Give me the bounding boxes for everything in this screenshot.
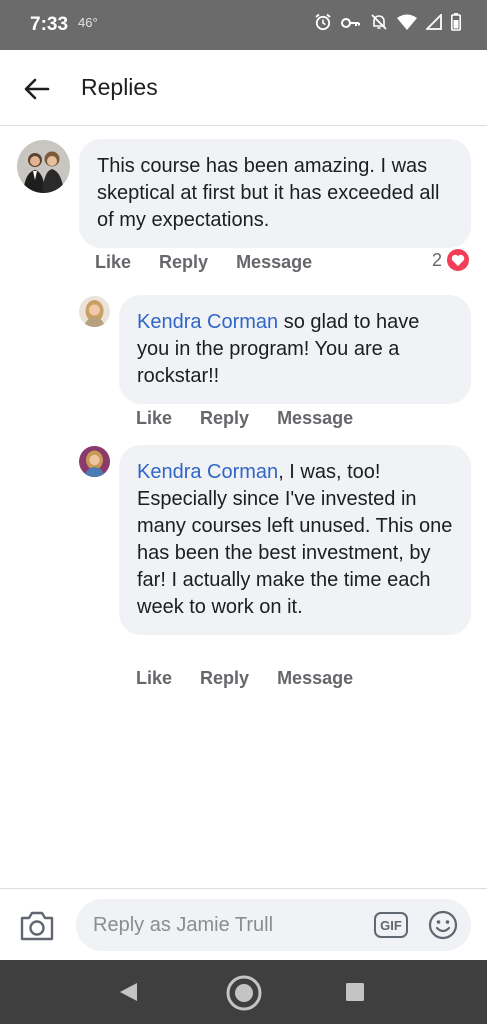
avatar[interactable] xyxy=(79,446,110,477)
camera-button[interactable] xyxy=(19,909,55,943)
reaction-summary[interactable]: 2 xyxy=(432,249,470,271)
status-time: 7:33 xyxy=(30,14,69,35)
like-button[interactable]: Like xyxy=(95,252,131,273)
page-title: Replies xyxy=(81,74,158,100)
status-temperature: 46° xyxy=(78,15,98,30)
mention-link[interactable]: Kendra Corman xyxy=(137,311,278,333)
alarm-icon xyxy=(315,13,331,31)
mention-link[interactable]: Kendra Corman xyxy=(137,461,278,483)
message-button[interactable]: Message xyxy=(277,408,353,429)
comment-actions: Like Reply Message xyxy=(95,252,340,273)
message-button[interactable]: Message xyxy=(277,668,353,689)
heart-icon xyxy=(447,249,470,271)
system-nav-bar xyxy=(0,960,487,1024)
signal-icon xyxy=(426,14,442,30)
status-icons xyxy=(314,13,461,31)
camera-icon xyxy=(20,911,54,941)
arrow-left-icon xyxy=(24,78,50,100)
reply-input[interactable] xyxy=(76,899,471,951)
back-button[interactable] xyxy=(22,74,52,104)
mute-icon xyxy=(371,14,387,30)
reply-bubble: Kendra Corman, I was, too! Especially si… xyxy=(119,445,471,635)
reply-bubble: Kendra Corman so glad to have you in the… xyxy=(119,295,471,404)
reply-button[interactable]: Reply xyxy=(159,252,208,273)
reply-actions: Like Reply Message xyxy=(136,408,381,429)
nav-back-icon[interactable] xyxy=(117,981,139,1003)
app-header: Replies xyxy=(0,50,487,126)
reply-actions: Like Reply Message xyxy=(136,668,381,689)
nav-recents-icon[interactable] xyxy=(345,982,365,1002)
battery-icon xyxy=(451,13,461,31)
like-button[interactable]: Like xyxy=(136,668,172,689)
comment-text: This course has been amazing. I was skep… xyxy=(97,155,440,231)
reply-text: , I was, too! Especially since I've inve… xyxy=(137,461,453,618)
smiley-icon xyxy=(428,910,458,940)
reply-composer: GIF xyxy=(0,888,487,960)
reaction-count: 2 xyxy=(432,249,443,270)
nav-home-icon[interactable] xyxy=(225,974,263,1012)
reply-button[interactable]: Reply xyxy=(200,408,249,429)
like-button[interactable]: Like xyxy=(136,408,172,429)
key-icon xyxy=(341,18,360,28)
status-bar: 7:33 46° xyxy=(0,0,487,50)
comment-bubble: This course has been amazing. I was skep… xyxy=(79,139,471,248)
avatar[interactable] xyxy=(79,296,110,327)
emoji-button[interactable] xyxy=(428,910,458,940)
avatar[interactable] xyxy=(17,140,70,193)
gif-button[interactable]: GIF xyxy=(374,912,408,938)
reply-button[interactable]: Reply xyxy=(200,668,249,689)
wifi-icon xyxy=(397,14,417,30)
message-button[interactable]: Message xyxy=(236,252,312,273)
